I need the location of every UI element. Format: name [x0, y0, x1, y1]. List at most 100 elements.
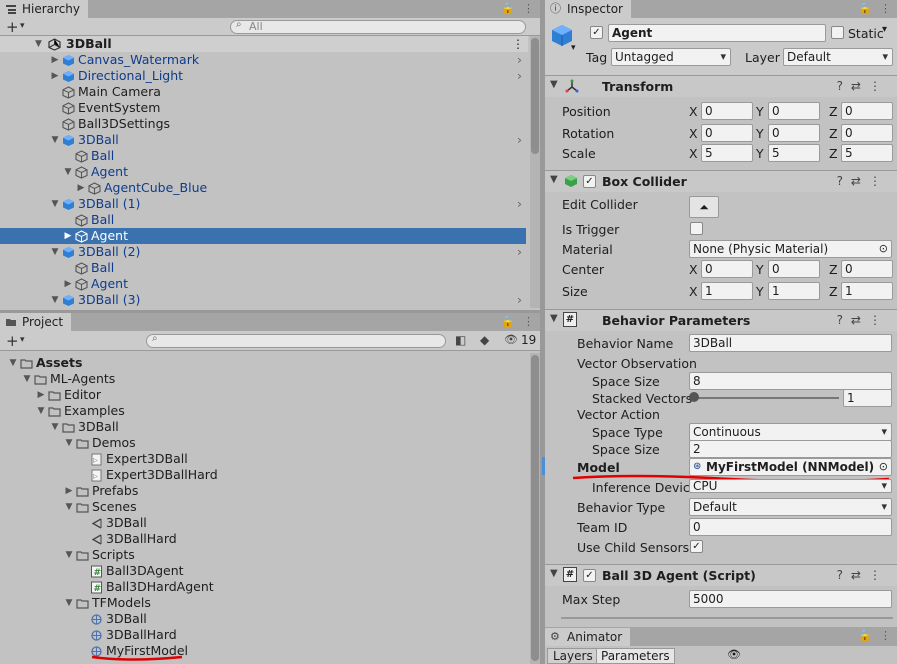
project-search-input[interactable]: ⌕: [146, 333, 446, 348]
position-z-input[interactable]: 0: [841, 102, 893, 120]
hierarchy-item[interactable]: ▼ Agent: [0, 164, 526, 180]
tab-project[interactable]: Project: [0, 313, 72, 331]
hierarchy-item[interactable]: EventSystem: [0, 100, 526, 116]
hierarchy-item[interactable]: Ball3DSettings: [0, 116, 526, 132]
component-header-icons[interactable]: ?⇄⋮: [837, 174, 889, 188]
fold-arrow[interactable]: ▼: [550, 174, 558, 185]
hidden-packages-icon[interactable]: 👁: [504, 333, 518, 346]
open-prefab-icon[interactable]: ›: [517, 52, 522, 68]
hierarchy-item[interactable]: ▼ 3DBall (2) ›: [0, 244, 526, 260]
scrollbar-thumb[interactable]: [531, 38, 539, 154]
tab-inspector[interactable]: ⓘ Inspector: [545, 0, 631, 18]
expand-arrow[interactable]: ▼: [50, 419, 60, 435]
behavior-type-dropdown[interactable]: Default: [689, 498, 892, 516]
box-collider-header[interactable]: ▼ ✓ Box Collider ?⇄⋮: [545, 170, 897, 192]
static-checkbox[interactable]: [831, 26, 844, 39]
expand-arrow[interactable]: ▼: [8, 355, 18, 371]
lock-icon[interactable]: 🔒: [501, 2, 515, 15]
expand-arrow[interactable]: ▼: [35, 36, 42, 52]
object-picker-icon[interactable]: ⊙: [879, 241, 888, 257]
lock-icon[interactable]: 🔒: [858, 629, 872, 642]
expand-arrow[interactable]: ▶: [36, 387, 46, 403]
component-header-icons[interactable]: ?⇄⋮: [837, 79, 889, 93]
transform-header[interactable]: ▼ Transform ?⇄⋮: [545, 75, 897, 97]
expand-arrow[interactable]: ▶: [63, 228, 73, 244]
add-icon[interactable]: +: [6, 332, 19, 350]
expand-arrow[interactable]: ▼: [50, 244, 60, 260]
expand-arrow[interactable]: ▶: [64, 483, 74, 499]
open-prefab-icon[interactable]: ›: [517, 68, 522, 84]
box-collider-enabled-checkbox[interactable]: ✓: [583, 175, 596, 188]
project-item[interactable]: 3DBallHard: [0, 531, 526, 547]
project-item[interactable]: # Ball3DAgent: [0, 563, 526, 579]
center-y-input[interactable]: 0: [768, 260, 820, 278]
hierarchy-item[interactable]: Main Camera: [0, 84, 526, 100]
menu-icon[interactable]: ⋮: [523, 315, 534, 328]
eye-icon[interactable]: 👁: [727, 648, 741, 661]
edit-collider-button[interactable]: ⏶: [689, 196, 719, 218]
project-item[interactable]: ▼ Examples: [0, 403, 526, 419]
is-trigger-checkbox[interactable]: [690, 222, 703, 235]
expand-arrow[interactable]: ▶: [50, 52, 60, 68]
slider-knob[interactable]: [689, 392, 699, 402]
menu-icon[interactable]: ⋮: [880, 629, 891, 642]
scale-y-input[interactable]: 5: [768, 144, 820, 162]
expand-arrow[interactable]: ▼: [22, 371, 32, 387]
project-item[interactable]: ▷ Expert3DBall: [0, 451, 526, 467]
agent-script-header[interactable]: ▼ # ✓ Ball 3D Agent (Script) ?⇄⋮: [545, 564, 897, 586]
tab-animator[interactable]: ⚙ Animator: [545, 628, 631, 646]
rotation-z-input[interactable]: 0: [841, 124, 893, 142]
hierarchy-item[interactable]: Ball: [0, 260, 526, 276]
project-item[interactable]: ▼ Assets: [0, 355, 526, 371]
project-item[interactable]: ▼ Demos: [0, 435, 526, 451]
hierarchy-item[interactable]: ▶ Canvas_Watermark ›: [0, 52, 526, 68]
hierarchy-item[interactable]: ▶ Agent: [0, 276, 526, 292]
scale-z-input[interactable]: 5: [841, 144, 893, 162]
project-item[interactable]: ▼ Scripts: [0, 547, 526, 563]
filter-by-label-icon[interactable]: ◆: [480, 333, 489, 347]
hierarchy-item[interactable]: ▶ Directional_Light ›: [0, 68, 526, 84]
tag-dropdown[interactable]: Untagged: [611, 48, 731, 66]
expand-arrow[interactable]: ▼: [64, 595, 74, 611]
chevron-down-icon[interactable]: ▾: [20, 21, 25, 31]
fold-arrow[interactable]: ▼: [550, 313, 558, 324]
tab-hierarchy[interactable]: Hierarchy: [0, 0, 89, 18]
expand-arrow[interactable]: ▶: [76, 180, 86, 196]
agent-enabled-checkbox[interactable]: ✓: [583, 569, 596, 582]
action-space-size-input[interactable]: 2: [689, 440, 892, 458]
hierarchy-item[interactable]: ▶ AgentCube_Blue: [0, 180, 526, 196]
project-item[interactable]: 3DBall: [0, 611, 526, 627]
center-x-input[interactable]: 0: [701, 260, 753, 278]
expand-arrow[interactable]: ▼: [64, 547, 74, 563]
menu-icon[interactable]: ⋮: [880, 2, 891, 15]
expand-arrow[interactable]: ▼: [64, 499, 74, 515]
scrollbar-thumb[interactable]: [531, 355, 539, 661]
project-item[interactable]: ▶ Prefabs: [0, 483, 526, 499]
project-item[interactable]: # Ball3DHardAgent: [0, 579, 526, 595]
expand-arrow[interactable]: ▼: [63, 164, 73, 180]
layers-tab[interactable]: Layers: [547, 648, 599, 664]
project-item[interactable]: MyFirstModel: [0, 643, 526, 659]
parameters-tab[interactable]: Parameters: [596, 648, 675, 664]
expand-arrow[interactable]: ▶: [50, 68, 60, 84]
size-x-input[interactable]: 1: [701, 282, 753, 300]
open-prefab-icon[interactable]: ›: [517, 196, 522, 212]
project-item[interactable]: 3DBallHard: [0, 627, 526, 643]
stacked-vectors-slider[interactable]: [693, 397, 839, 399]
expand-arrow[interactable]: ▶: [63, 276, 73, 292]
scene-menu-icon[interactable]: ⋮: [512, 36, 524, 52]
rotation-y-input[interactable]: 0: [768, 124, 820, 142]
open-prefab-icon[interactable]: ›: [517, 292, 522, 308]
add-icon[interactable]: +: [6, 18, 19, 36]
horizontal-splitter[interactable]: [0, 310, 540, 313]
scene-row[interactable]: ▼ 3DBall ⋮: [0, 36, 528, 52]
fold-arrow[interactable]: ▼: [550, 79, 558, 90]
hierarchy-item[interactable]: Ball: [0, 148, 526, 164]
icon-dropdown-arrow[interactable]: ▾: [571, 43, 576, 53]
project-item[interactable]: 3DBall: [0, 515, 526, 531]
project-item[interactable]: ▼ Scenes: [0, 499, 526, 515]
chevron-down-icon[interactable]: ▾: [20, 335, 25, 345]
project-item[interactable]: ▼ 3DBall: [0, 419, 526, 435]
expand-arrow[interactable]: ▼: [36, 403, 46, 419]
hierarchy-item[interactable]: ▼ 3DBall (3) ›: [0, 292, 526, 308]
